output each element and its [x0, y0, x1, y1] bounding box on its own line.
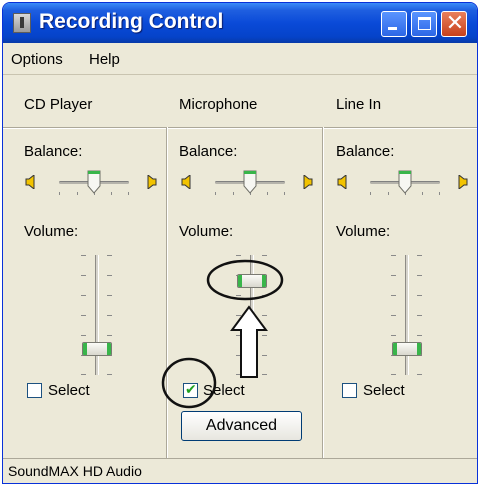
slider-tick — [236, 255, 241, 256]
close-button[interactable]: ✕ — [441, 10, 467, 37]
balance-slider-thumb[interactable] — [87, 170, 101, 194]
select-checkbox[interactable] — [342, 383, 357, 398]
slider-tick — [391, 315, 396, 316]
channel-title-cd-player: CD Player — [24, 96, 93, 113]
slider-tick — [236, 355, 241, 356]
maximize-button[interactable] — [411, 11, 437, 37]
speaker-app-icon — [13, 13, 31, 33]
slider-tick — [81, 374, 86, 375]
close-icon: ✕ — [445, 10, 465, 35]
volume-slider-thumb[interactable] — [82, 342, 112, 356]
slider-tick — [81, 315, 86, 316]
menu-bar: Options Help — [3, 45, 477, 75]
slider-tick — [391, 275, 396, 276]
slider-tick — [391, 295, 396, 296]
slider-tick — [236, 335, 241, 336]
slider-tick — [391, 374, 396, 375]
speaker-left-icon — [181, 175, 191, 189]
slider-tick — [111, 192, 112, 195]
volume-slider-thumb[interactable] — [237, 274, 267, 288]
recording-control-window: Recording Control ✕ Options Help CD Play… — [2, 2, 478, 484]
title-bar[interactable]: Recording Control ✕ — [3, 3, 477, 43]
volume-slider-track[interactable] — [95, 255, 99, 375]
channel-title-line-in: Line In — [336, 96, 382, 113]
header-divider — [3, 127, 477, 129]
slider-tick — [417, 275, 422, 276]
slider-tick — [388, 192, 389, 195]
speaker-left-icon — [25, 175, 35, 189]
status-bar: SoundMAX HD Audio — [3, 458, 477, 483]
slider-tick — [81, 335, 86, 336]
slider-tick — [417, 374, 422, 375]
slider-tick — [107, 295, 112, 296]
slider-tick — [77, 192, 78, 195]
slider-tick — [262, 374, 267, 375]
checkmark-icon: ✔ — [185, 381, 197, 397]
balance-label: Balance: — [24, 143, 83, 160]
select-checkbox[interactable]: ✔ — [183, 381, 198, 398]
slider-tick — [284, 192, 285, 195]
slider-tick — [215, 192, 216, 195]
channels-panel: CD Player Microphone Line In Balance: Vo… — [3, 83, 477, 458]
select-label[interactable]: Select — [48, 382, 90, 399]
speaker-right-icon — [303, 175, 313, 189]
slider-tick — [107, 315, 112, 316]
slider-tick — [236, 374, 241, 375]
slider-tick — [233, 192, 234, 195]
select-label[interactable]: Select — [203, 382, 245, 399]
slider-tick — [262, 315, 267, 316]
slider-tick — [107, 335, 112, 336]
menu-help[interactable]: Help — [89, 51, 120, 68]
balance-slider-thumb[interactable] — [398, 170, 412, 194]
channel-divider — [322, 127, 324, 458]
slider-tick — [81, 275, 86, 276]
slider-tick — [81, 295, 86, 296]
window-title: Recording Control — [39, 10, 224, 33]
slider-tick — [262, 295, 267, 296]
slider-tick — [107, 275, 112, 276]
slider-tick — [417, 335, 422, 336]
speaker-left-icon — [337, 175, 347, 189]
slider-tick — [391, 255, 396, 256]
volume-slider-track[interactable] — [250, 255, 254, 375]
slider-tick — [262, 335, 267, 336]
slider-tick — [59, 192, 60, 195]
volume-label: Volume: — [179, 223, 234, 240]
slider-tick — [81, 255, 86, 256]
slider-tick — [107, 255, 112, 256]
balance-label: Balance: — [336, 143, 395, 160]
status-text: SoundMAX HD Audio — [8, 463, 142, 479]
menu-options[interactable]: Options — [11, 51, 63, 68]
balance-slider-thumb[interactable] — [243, 170, 257, 194]
balance-label: Balance: — [179, 143, 238, 160]
slider-tick — [267, 192, 268, 195]
advanced-button[interactable]: Advanced — [181, 411, 302, 441]
slider-tick — [391, 335, 396, 336]
volume-label: Volume: — [24, 223, 79, 240]
slider-tick — [370, 192, 371, 195]
select-label[interactable]: Select — [363, 382, 405, 399]
speaker-right-icon — [458, 175, 468, 189]
channel-divider — [166, 127, 168, 458]
volume-slider-track[interactable] — [405, 255, 409, 375]
slider-tick — [262, 355, 267, 356]
slider-tick — [236, 295, 241, 296]
volume-label: Volume: — [336, 223, 391, 240]
volume-slider-thumb[interactable] — [392, 342, 422, 356]
slider-tick — [262, 255, 267, 256]
slider-tick — [417, 255, 422, 256]
channel-title-microphone: Microphone — [179, 96, 258, 113]
minimize-button[interactable] — [381, 11, 407, 37]
slider-tick — [417, 295, 422, 296]
slider-tick — [417, 315, 422, 316]
slider-tick — [236, 315, 241, 316]
speaker-right-icon — [147, 175, 157, 189]
slider-tick — [439, 192, 440, 195]
slider-tick — [422, 192, 423, 195]
minimize-icon — [388, 27, 397, 30]
slider-tick — [128, 192, 129, 195]
select-checkbox[interactable] — [27, 383, 42, 398]
maximize-icon — [418, 17, 431, 30]
slider-tick — [107, 374, 112, 375]
